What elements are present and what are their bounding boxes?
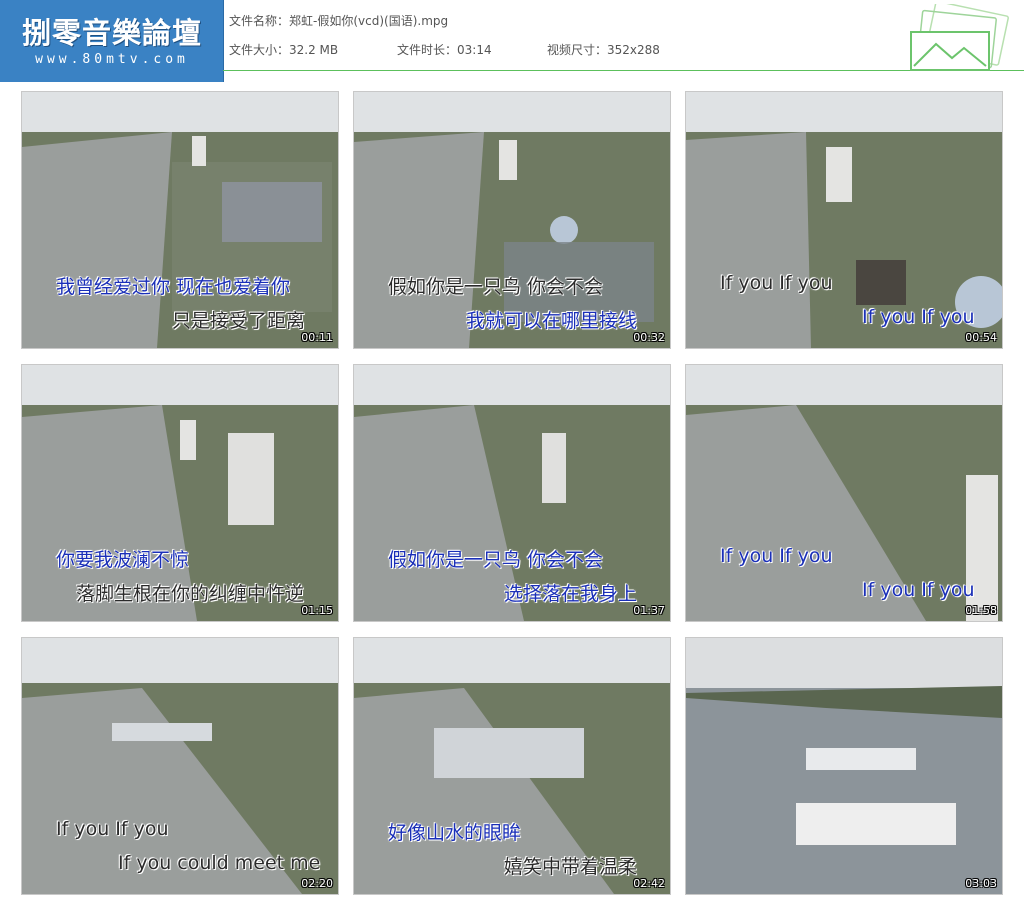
video-thumbnail[interactable]: If you If you If you If you 01:58 [685,364,1003,622]
timestamp: 00:11 [301,331,333,344]
file-size-row: 文件大小：32.2 MB [229,41,338,58]
subtitle-line-1: 假如你是一只鸟 你会不会 [388,549,604,572]
video-thumbnail[interactable]: 我曾经爱过你 现在也爱着你 只是接受了距离 00:11 [21,91,339,349]
file-name-row: 文件名称：郑虹-假如你(vcd)(国语).mpg [229,12,448,29]
logo-url: www.80mtv.com [35,52,189,67]
subtitle-line-1: 你要我波澜不惊 [56,549,190,572]
subtitle-line-1: 假如你是一只鸟 你会不会 [388,276,604,299]
file-name-label: 文件名称： [229,14,290,28]
subtitle-line-2: 落脚生根在你的纠缠中忤逆 [76,583,305,606]
file-name-value: 郑虹-假如你(vcd)(国语).mpg [289,14,449,28]
file-duration-row: 文件时长：03:14 [397,41,492,58]
file-duration-value: 03:14 [457,43,492,57]
subtitle-line-2: 选择落在我身上 [504,583,638,606]
video-thumbnail[interactable]: 你要我波澜不惊 落脚生根在你的纠缠中忤逆 01:15 [21,364,339,622]
timestamp: 01:37 [633,604,665,617]
header-divider [223,70,1024,71]
subtitle-line-1: If you If you [720,545,833,568]
timestamp: 03:03 [965,877,997,890]
subtitle-line-1: If you If you [720,272,833,295]
video-thumbnail[interactable]: 03:03 [685,637,1003,895]
video-thumbnail[interactable]: 假如你是一只鸟 你会不会 选择落在我身上 01:37 [353,364,671,622]
logo-title: 捌零音樂論壇 [21,16,202,50]
video-thumbnail[interactable]: 好像山水的眼眸 嬉笑中带着温柔 02:42 [353,637,671,895]
video-thumbnail[interactable]: 假如你是一只鸟 你会不会 我就可以在哪里接线 00:32 [353,91,671,349]
subtitle-line-2: If you If you [862,306,975,329]
subtitle-line-2: 我就可以在哪里接线 [466,310,638,333]
subtitle-line-1: 好像山水的眼眸 [388,822,522,845]
subtitle-line-2: 嬉笑中带着温柔 [504,856,638,879]
subtitle-line-2: 只是接受了距离 [172,310,306,333]
timestamp: 02:42 [633,877,665,890]
video-thumbnail[interactable]: If you If you If you If you 00:54 [685,91,1003,349]
subtitle-line-2: If you could meet me [118,852,321,875]
subtitle-line-1: 我曾经爱过你 现在也爱着你 [56,276,291,299]
aerial-scene-image [686,638,1002,894]
forum-logo: 捌零音樂論壇 www.80mtv.com [0,0,224,82]
timestamp: 01:58 [965,604,997,617]
file-size-label: 文件大小： [229,43,290,57]
timestamp: 00:32 [633,331,665,344]
subtitle-line-2: If you If you [862,579,975,602]
timestamp: 02:20 [301,877,333,890]
picture-frame-icon [910,4,1009,71]
video-dims-value: 352x288 [607,43,660,57]
video-dims-row: 视频尺寸：352x288 [547,41,660,58]
file-size-value: 32.2 MB [289,43,339,57]
subtitle-line-1: If you If you [56,818,169,841]
file-duration-label: 文件时长： [397,43,458,57]
video-dims-label: 视频尺寸： [547,43,608,57]
timestamp: 00:54 [965,331,997,344]
timestamp: 01:15 [301,604,333,617]
video-thumbnail[interactable]: If you If you If you could meet me 02:20 [21,637,339,895]
